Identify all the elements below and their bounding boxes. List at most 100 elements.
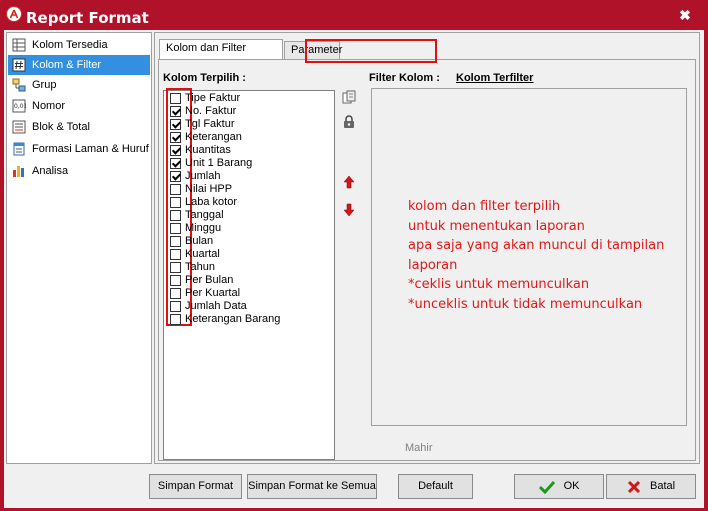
sidebar-item-kolom-filter[interactable]: Kolom & Filter: [8, 55, 150, 75]
number-icon: 0,01: [12, 99, 26, 113]
checkbox[interactable]: [170, 249, 181, 260]
checkbox[interactable]: [170, 171, 181, 182]
column-label: Tanggal: [185, 209, 224, 221]
column-checkbox-row[interactable]: Laba kotor: [170, 196, 237, 209]
kolom-terfilter-label: Kolom Terfilter: [456, 72, 534, 84]
tab-highlight-box: [305, 39, 437, 63]
column-checkbox-row[interactable]: Per Bulan: [170, 274, 233, 287]
column-checkbox-row[interactable]: Keterangan Barang: [170, 313, 280, 326]
column-label: Jumlah: [185, 170, 221, 182]
main-panel: Kolom dan Filter Terpilih Parameter Kolo…: [154, 32, 700, 464]
checkbox[interactable]: [170, 119, 181, 130]
sidebar-item-kolom-tersedia[interactable]: Kolom Tersedia: [8, 35, 150, 55]
annotation-text: kolom dan filter terpilih untuk menentuk…: [408, 197, 664, 314]
column-checkbox-row[interactable]: Minggu: [170, 222, 221, 235]
dialog-body: Kolom Tersedia Kolom & Filter Grup 0,01 …: [4, 30, 704, 508]
column-checkbox-row[interactable]: No. Faktur: [170, 105, 236, 118]
report-format-window: Report Format ✖ Kolom Tersedia Kolom & F…: [0, 0, 708, 511]
sidebar-item-label: Nomor: [32, 100, 66, 112]
block-total-icon: [12, 120, 26, 134]
column-checkbox-row[interactable]: Tahun: [170, 261, 215, 274]
filter-kolom-area[interactable]: kolom dan filter terpilih untuk menentuk…: [371, 88, 687, 426]
close-icon[interactable]: ✖: [678, 8, 692, 22]
default-button[interactable]: Default: [398, 474, 473, 499]
checkbox[interactable]: [170, 301, 181, 312]
checkbox[interactable]: [170, 314, 181, 325]
mahir-link[interactable]: Mahir: [405, 442, 433, 454]
title-bar[interactable]: Report Format ✖: [0, 0, 708, 30]
move-down-arrow-icon[interactable]: [341, 202, 357, 218]
copy-columns-icon[interactable]: [341, 90, 357, 106]
sidebar-item-label: Analisa: [32, 165, 69, 177]
column-checkbox-row[interactable]: Per Kuartal: [170, 287, 240, 300]
ok-button[interactable]: OK: [514, 474, 604, 499]
column-checkbox-row[interactable]: Tipe Faktur: [170, 92, 240, 105]
column-label: Tipe Faktur: [185, 92, 241, 104]
filter-kolom-label: Filter Kolom :: [369, 72, 440, 84]
checkbox[interactable]: [170, 132, 181, 143]
checkbox[interactable]: [170, 236, 181, 247]
group-icon: [12, 78, 26, 92]
column-checkbox-row[interactable]: Jumlah: [170, 170, 220, 183]
annotation-line: *unceklis untuk tidak memunculkan: [408, 296, 643, 312]
sidebar-item-blok-total[interactable]: Blok & Total: [8, 117, 150, 137]
column-checkbox-row[interactable]: Kuantitas: [170, 144, 231, 157]
checkbox[interactable]: [170, 197, 181, 208]
column-checkbox-row[interactable]: Jumlah Data: [170, 300, 247, 313]
section-sidebar: Kolom Tersedia Kolom & Filter Grup 0,01 …: [6, 32, 152, 464]
simpan-format-button[interactable]: Simpan Format: [149, 474, 242, 499]
annotation-line: laporan: [408, 257, 458, 273]
column-checkbox-row[interactable]: Nilai HPP: [170, 183, 232, 196]
column-label: Bulan: [185, 235, 214, 247]
column-label: Tahun: [185, 261, 215, 273]
checkbox[interactable]: [170, 106, 181, 117]
sidebar-item-nomor[interactable]: 0,01 Nomor: [8, 96, 150, 116]
checkbox[interactable]: [170, 275, 181, 286]
sidebar-item-grup[interactable]: Grup: [8, 75, 150, 95]
sidebar-item-label: Grup: [32, 79, 57, 91]
simpan-format-ke-semua-button[interactable]: Simpan Format ke Semua: [247, 474, 377, 499]
column-checklist[interactable]: Tipe Faktur No. Faktur Tgl Faktur Keteranga…: [163, 88, 335, 460]
column-label: Tgl Faktur: [185, 118, 235, 130]
checkbox[interactable]: [170, 93, 181, 104]
checkmark-icon: [538, 480, 555, 494]
annotation-line: *ceklis untuk memunculkan: [408, 277, 590, 292]
tab-kolom-filter-terpilih[interactable]: Kolom dan Filter Terpilih: [159, 39, 283, 70]
checkbox[interactable]: [170, 145, 181, 156]
sidebar-item-label: Formasi Laman & Huruf: [32, 143, 149, 155]
checkbox[interactable]: [170, 210, 181, 221]
cross-icon: [627, 480, 640, 493]
column-label: Kuantitas: [185, 144, 231, 156]
checkbox[interactable]: [170, 288, 181, 299]
column-checkbox-row[interactable]: Tgl Faktur: [170, 118, 235, 131]
page-font-icon: [13, 142, 25, 156]
column-label: Kuartal: [185, 248, 220, 260]
app-logo-icon: [6, 6, 22, 22]
column-checkbox-row[interactable]: Tanggal: [170, 209, 224, 222]
column-checkbox-row[interactable]: Bulan: [170, 235, 213, 248]
kolom-terpilih-label: Kolom Terpilih :: [163, 72, 246, 84]
simpan-semua-label: Simpan Format ke Semua: [248, 480, 376, 492]
ok-label: OK: [563, 480, 580, 492]
column-label: Keterangan: [185, 131, 242, 143]
column-label: Unit 1 Barang: [185, 157, 253, 169]
hash-grid-icon: [12, 58, 26, 72]
lock-icon[interactable]: [341, 114, 357, 130]
column-label: Minggu: [185, 222, 222, 234]
column-checkbox-row[interactable]: Kuartal: [170, 248, 220, 261]
checkbox[interactable]: [170, 262, 181, 273]
move-up-arrow-icon[interactable]: [341, 174, 357, 190]
checkbox[interactable]: [170, 223, 181, 234]
sidebar-item-formasi-laman[interactable]: Formasi Laman & Huruf: [8, 139, 150, 159]
bar-chart-icon: [13, 166, 24, 177]
svg-text:0,01: 0,01: [14, 103, 26, 110]
checkbox[interactable]: [170, 158, 181, 169]
batal-button[interactable]: Batal: [606, 474, 696, 499]
sidebar-item-analisa[interactable]: Analisa: [8, 161, 150, 181]
checkbox[interactable]: [170, 184, 181, 195]
column-checkbox-row[interactable]: Unit 1 Barang: [170, 157, 252, 170]
column-label: Keterangan Barang: [185, 313, 281, 325]
simpan-format-label: Simpan Format: [157, 480, 234, 492]
sidebar-item-label: Kolom & Filter: [32, 59, 102, 71]
column-checkbox-row[interactable]: Keterangan: [170, 131, 242, 144]
